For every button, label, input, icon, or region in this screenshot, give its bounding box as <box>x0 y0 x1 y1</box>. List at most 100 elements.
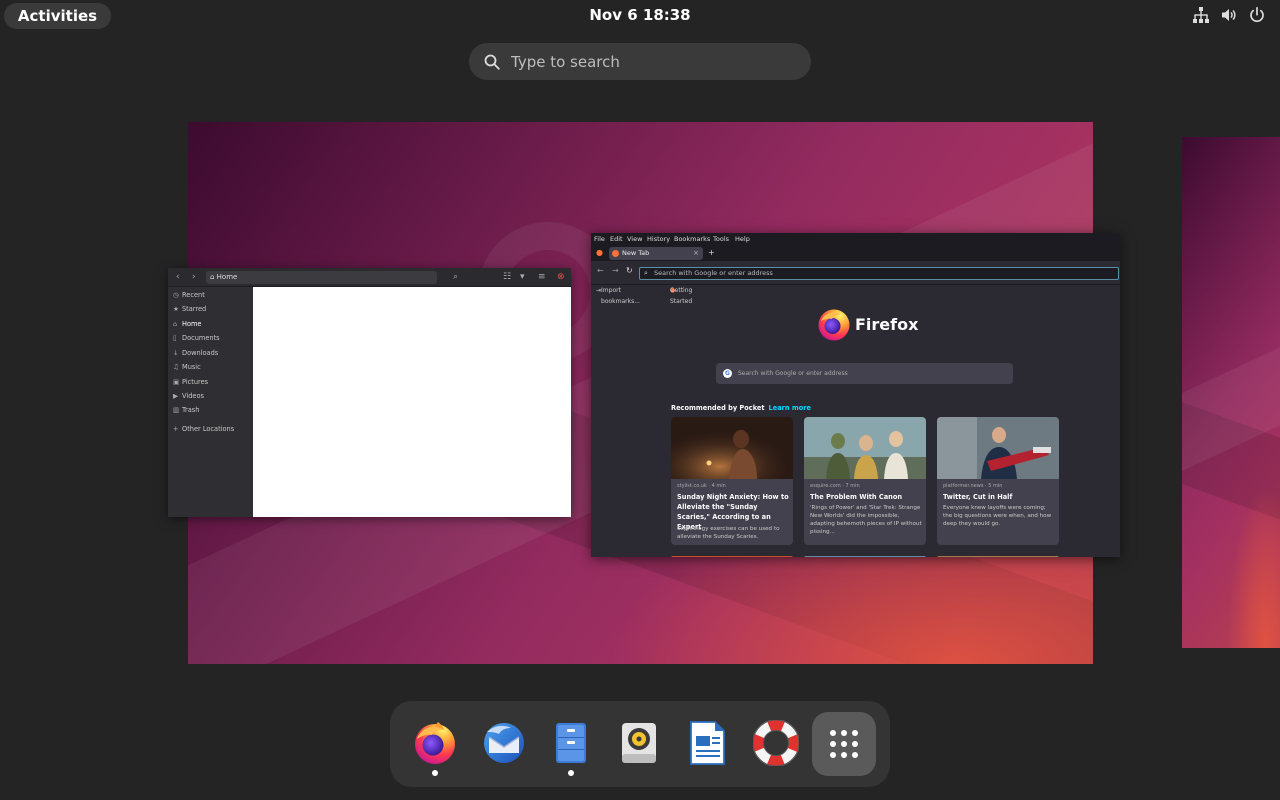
back-arrow-icon: ← <box>597 266 604 275</box>
files-icon <box>556 723 586 763</box>
menu-history: History <box>647 235 671 243</box>
search-input[interactable] <box>511 43 801 80</box>
star-icon: ★ <box>173 305 179 313</box>
sidebar-item-documents: ▯ Documents <box>173 334 220 342</box>
sidebar-item-starred: ★ Starred <box>173 305 207 313</box>
search-icon <box>484 54 500 70</box>
menu-tools: Tools <box>713 235 730 243</box>
article-excerpt: 'Rings of Power' and 'Star Trek: Strange… <box>810 505 922 535</box>
pocket-card-stub <box>937 556 1059 557</box>
dock-item-writer[interactable] <box>677 713 737 777</box>
google-icon: G <box>723 369 732 378</box>
firefox-tabbar: ● New Tab × + <box>591 245 1120 261</box>
dock <box>390 701 890 787</box>
files-content-area <box>253 287 571 517</box>
sidebar-item-recent: ◷ Recent <box>173 291 205 299</box>
sidebar-item-videos: ▶ Videos <box>173 392 204 400</box>
network-icon[interactable] <box>1192 6 1210 24</box>
menu-icon: ≡ <box>538 272 546 282</box>
pocket-heading-text: Recommended by Pocket <box>671 404 765 412</box>
sidebar-item-other-locations: + Other Locations <box>173 425 235 433</box>
article-source: esquire.com · 7 min <box>810 483 860 489</box>
writer-icon <box>690 721 725 765</box>
chevron-down-icon: ▾ <box>520 272 525 282</box>
workspace-thumbnail-next[interactable] <box>1182 137 1280 648</box>
sidebar-item-music: ♫ Music <box>173 363 201 371</box>
sidebar-item-downloads: ↓ Downloads <box>173 349 219 357</box>
article-title: Twitter, Cut in Half <box>943 493 1013 501</box>
dock-item-firefox[interactable] <box>405 713 465 777</box>
activities-button[interactable]: Activities <box>4 3 111 29</box>
firefox-view-icon: ● <box>596 248 603 257</box>
article-source: platformer.news · 5 min <box>943 483 1003 489</box>
running-indicator <box>432 770 438 776</box>
date-time-button[interactable]: Nov 6 18:38 <box>589 6 690 24</box>
close-icon: ⊗ <box>557 272 565 282</box>
sidebar-item-home: ⌂ Home <box>173 320 202 328</box>
article-image <box>804 417 926 479</box>
firefox-wordmark: Firefox <box>855 315 919 334</box>
view-list-icon: ☷ <box>503 272 512 282</box>
firefox-toolbar: ← → ↻ ⌕ Search with Google or enter addr… <box>591 261 1120 285</box>
url-placeholder: Search with Google or enter address <box>654 269 773 277</box>
document-icon: ▯ <box>173 334 177 342</box>
forward-arrow-icon: → <box>612 266 619 275</box>
running-indicator <box>568 770 574 776</box>
article-title: The Problem With Canon <box>810 493 903 501</box>
newtab-search-box: G Search with Google or enter address <box>716 363 1013 384</box>
search-entry[interactable] <box>469 43 811 80</box>
article-image <box>937 417 1059 479</box>
pocket-card: platformer.news · 5 min Twitter, Cut in … <box>937 417 1059 545</box>
pocket-card-stub <box>671 556 793 557</box>
dock-item-files[interactable] <box>541 713 601 777</box>
tab-new-tab: New Tab × <box>609 247 703 260</box>
video-icon: ▶ <box>173 392 179 400</box>
dock-item-help[interactable] <box>746 713 806 777</box>
forward-arrow-icon: › <box>192 272 196 282</box>
files-headerbar: ‹ › ⌂ Home ⌕ ☷ ▾ ≡ ⊗ <box>168 268 571 287</box>
home-icon: ⌂ <box>173 320 178 328</box>
picture-icon: ▣ <box>173 378 180 386</box>
clock-icon: ◷ <box>173 291 179 299</box>
dock-item-thunderbird[interactable] <box>474 713 534 777</box>
path-bar: ⌂ Home <box>206 271 437 284</box>
music-icon: ♫ <box>173 363 179 371</box>
dock-item-rhythmbox[interactable] <box>609 713 669 777</box>
bookmarks-toolbar: ⇥ Import bookmarks... ● Getting Started <box>596 287 693 305</box>
learn-more-link: Learn more <box>768 404 812 412</box>
system-tray[interactable] <box>1192 6 1266 24</box>
search-icon: ⌕ <box>453 272 459 282</box>
firefox-window-preview[interactable]: File Edit View History Bookmarks Tools H… <box>591 233 1120 557</box>
files-sidebar: ◷ Recent ★ Starred ⌂ Home ▯ Documents ↓ Downl… <box>168 287 253 517</box>
path-label: Home <box>216 273 238 281</box>
firefox-icon <box>415 722 455 764</box>
pocket-heading: Recommended by Pocket Learn more <box>671 403 811 413</box>
files-window-preview[interactable]: ‹ › ⌂ Home ⌕ ☷ ▾ ≡ ⊗ ◷ Recent ★ Starred ⌂ H… <box>168 268 571 517</box>
pocket-card-stub <box>804 556 926 557</box>
menu-help: Help <box>735 235 750 243</box>
plus-icon: + <box>173 425 179 433</box>
show-apps-button[interactable] <box>812 712 876 776</box>
menu-edit: Edit <box>610 235 623 243</box>
new-tab-icon: + <box>708 248 715 257</box>
bookmark-import: ⇥ Import bookmarks... <box>596 287 640 305</box>
menu-file: File <box>594 235 605 243</box>
firefox-favicon-icon <box>612 250 619 257</box>
article-excerpt: Everyone knew layoffs were coming; the b… <box>943 505 1052 527</box>
article-image <box>671 417 793 479</box>
rhythmbox-icon <box>622 723 656 763</box>
help-icon <box>753 720 799 766</box>
power-icon[interactable] <box>1248 6 1266 24</box>
tab-title: New Tab <box>622 249 650 257</box>
sidebar-item-pictures: ▣ Pictures <box>173 378 209 386</box>
app-grid-icon <box>830 730 858 758</box>
article-source: stylist.co.uk · 4 min <box>677 483 726 489</box>
article-excerpt: Sophrology exercises can be used to alle… <box>677 526 780 540</box>
search-icon: ⌕ <box>644 269 648 277</box>
url-bar: ⌕ Search with Google or enter address <box>639 267 1119 280</box>
clock-container: Nov 6 18:38 <box>0 0 1280 31</box>
pocket-card: esquire.com · 7 min The Problem With Can… <box>804 417 926 545</box>
volume-icon[interactable] <box>1220 6 1238 24</box>
menu-bookmarks: Bookmarks <box>674 235 711 243</box>
download-icon: ↓ <box>173 349 179 357</box>
